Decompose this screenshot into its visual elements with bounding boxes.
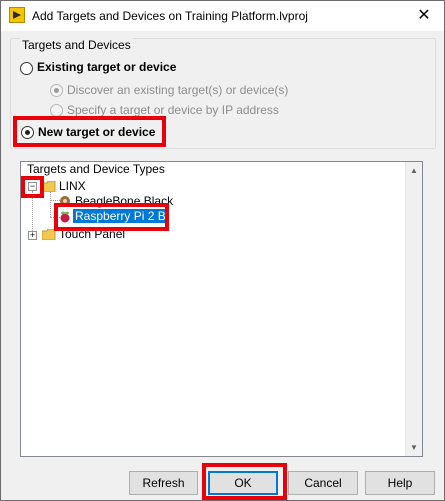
existing-target-radio[interactable] — [20, 62, 33, 75]
discover-radio[interactable] — [50, 84, 63, 97]
ok-button[interactable]: OK — [208, 471, 278, 495]
labview-app-icon — [9, 7, 25, 23]
window-title: Add Targets and Devices on Training Plat… — [32, 9, 308, 23]
group-legend: Targets and Devices — [20, 38, 133, 52]
discover-label[interactable]: Discover an existing target(s) or device… — [67, 83, 288, 97]
highlight-raspberry-pi — [54, 203, 169, 231]
scroll-down-icon[interactable]: ▼ — [406, 439, 422, 456]
tree-header: Targets and Device Types — [27, 162, 165, 176]
specify-ip-label[interactable]: Specify a target or device by IP address — [67, 103, 279, 117]
touch-panel-expander[interactable]: + — [28, 231, 37, 240]
close-button[interactable]: ✕ — [404, 1, 444, 31]
cancel-button[interactable]: Cancel — [288, 471, 358, 495]
tree-connector-child — [50, 191, 51, 217]
dialog-window: Add Targets and Devices on Training Plat… — [0, 0, 445, 501]
existing-target-label[interactable]: Existing target or device — [37, 60, 176, 74]
tree-scrollbar[interactable]: ▲ ▼ — [405, 162, 422, 456]
help-button[interactable]: Help — [365, 471, 435, 495]
new-target-radio[interactable] — [21, 126, 34, 139]
scroll-up-icon[interactable]: ▲ — [406, 162, 422, 179]
title-bar: Add Targets and Devices on Training Plat… — [1, 1, 444, 31]
new-target-label[interactable]: New target or device — [38, 125, 155, 139]
refresh-button[interactable]: Refresh — [129, 471, 198, 495]
targets-tree[interactable]: Targets and Device Types − LINX BeagleBo… — [20, 161, 423, 457]
highlight-linx-expander — [21, 176, 44, 198]
folder-icon — [41, 180, 56, 193]
tree-item-linx[interactable]: LINX — [59, 179, 86, 193]
